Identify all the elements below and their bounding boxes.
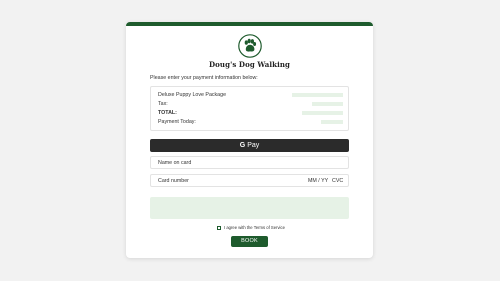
google-pay-label: Pay bbox=[247, 142, 260, 149]
payment-status-area bbox=[150, 197, 349, 219]
payment-card: Doug's Dog Walking Please enter your pay… bbox=[126, 22, 373, 258]
expiry-placeholder[interactable]: MM / YY bbox=[308, 178, 328, 184]
order-summary: Deluxe Puppy Love Package Tax: TOTAL: Pa… bbox=[150, 86, 349, 131]
summary-value-placeholder bbox=[312, 102, 343, 106]
terms-label: I agree with the Terms of Service bbox=[224, 225, 285, 230]
summary-value-placeholder bbox=[302, 111, 343, 115]
summary-row-package: Deluxe Puppy Love Package bbox=[158, 92, 227, 98]
summary-value-placeholder bbox=[292, 93, 343, 97]
terms-agreement[interactable]: I agree with the Terms of Service bbox=[217, 225, 285, 230]
payment-instructions: Please enter your payment information be… bbox=[150, 75, 258, 81]
summary-row-total: TOTAL: bbox=[158, 110, 177, 116]
summary-row-payment-today: Payment Today: bbox=[158, 119, 196, 125]
business-name: Doug's Dog Walking bbox=[208, 60, 291, 69]
card-number-placeholder: Card number bbox=[158, 178, 189, 184]
book-button[interactable]: BOOK bbox=[231, 236, 268, 247]
name-on-card-placeholder: Name on card bbox=[158, 160, 192, 166]
google-pay-button[interactable]: G Pay bbox=[150, 139, 349, 152]
terms-checkbox[interactable] bbox=[217, 225, 221, 230]
summary-row-tax: Tax: bbox=[158, 101, 168, 107]
name-on-card-input[interactable]: Name on card bbox=[150, 156, 349, 169]
paw-print-icon bbox=[238, 34, 262, 58]
cvc-placeholder[interactable]: CVC bbox=[332, 178, 343, 184]
google-g-icon: G bbox=[239, 142, 246, 149]
summary-value-placeholder bbox=[321, 120, 343, 124]
brand-top-bar bbox=[126, 22, 373, 26]
card-number-input[interactable]: Card number MM / YY CVC bbox=[150, 174, 349, 187]
